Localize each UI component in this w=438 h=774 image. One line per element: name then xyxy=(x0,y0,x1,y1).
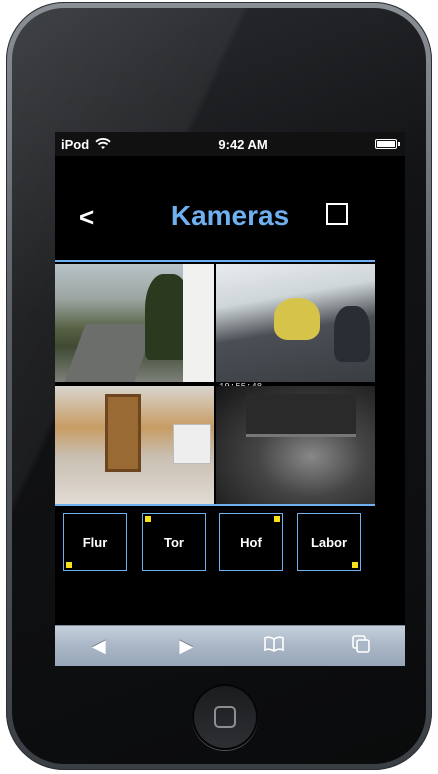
camera-feed-tor[interactable] xyxy=(216,264,375,382)
bookmarks-icon[interactable] xyxy=(254,635,294,657)
yellow-car-shape xyxy=(274,298,320,340)
house-shape xyxy=(183,264,214,382)
position-indicator xyxy=(274,516,280,522)
camera-button-label: Flur xyxy=(82,534,108,550)
browser-back-icon[interactable]: ◀ xyxy=(79,636,119,657)
position-indicator xyxy=(66,562,72,568)
fullscreen-button[interactable] xyxy=(326,203,348,225)
camera-button-labor[interactable]: Labor xyxy=(297,513,361,571)
position-indicator xyxy=(352,562,358,568)
page-title: Kameras xyxy=(170,200,290,231)
camera-selector: Flur Tor Hof Labor xyxy=(63,513,363,573)
camera-button-flur[interactable]: Flur xyxy=(63,513,127,571)
ipod-device: iPod 9:42 AM < Kameras Flur Tor Hof Labo… xyxy=(6,2,432,770)
home-button[interactable] xyxy=(192,684,258,750)
browser-forward-icon[interactable]: ▶ xyxy=(166,636,206,657)
camera-feed-flur[interactable] xyxy=(55,264,214,382)
wifi-icon xyxy=(95,138,111,149)
camera-button-label: Tor xyxy=(164,534,184,550)
camera-grid: 19:55:48 xyxy=(55,260,375,506)
nav-bar: < Kameras xyxy=(55,172,405,262)
camera-button-label: Labor xyxy=(310,534,348,550)
camera-button-tor[interactable]: Tor xyxy=(142,513,206,571)
carrier-label: iPod xyxy=(61,136,90,152)
road-shape xyxy=(64,324,156,382)
position-indicator xyxy=(145,516,151,522)
dark-car-shape xyxy=(334,306,370,362)
browser-toolbar: ◀ ▶ xyxy=(55,625,405,666)
radiator-shape xyxy=(173,424,211,464)
shelf-shape xyxy=(246,394,356,437)
clock: 9:42 AM xyxy=(218,136,268,152)
camera-feed-hof[interactable] xyxy=(55,386,214,504)
camera-feed-labor[interactable] xyxy=(216,386,375,504)
device-screen: iPod 9:42 AM < Kameras Flur Tor Hof Labo… xyxy=(55,132,405,666)
tabs-icon[interactable] xyxy=(341,634,381,658)
battery-icon xyxy=(374,139,400,149)
door-shape xyxy=(105,394,141,472)
camera-button-hof[interactable]: Hof xyxy=(219,513,283,571)
status-bar: iPod 9:42 AM xyxy=(55,132,405,156)
home-square-icon xyxy=(214,706,236,728)
camera-button-label: Hof xyxy=(240,534,262,550)
